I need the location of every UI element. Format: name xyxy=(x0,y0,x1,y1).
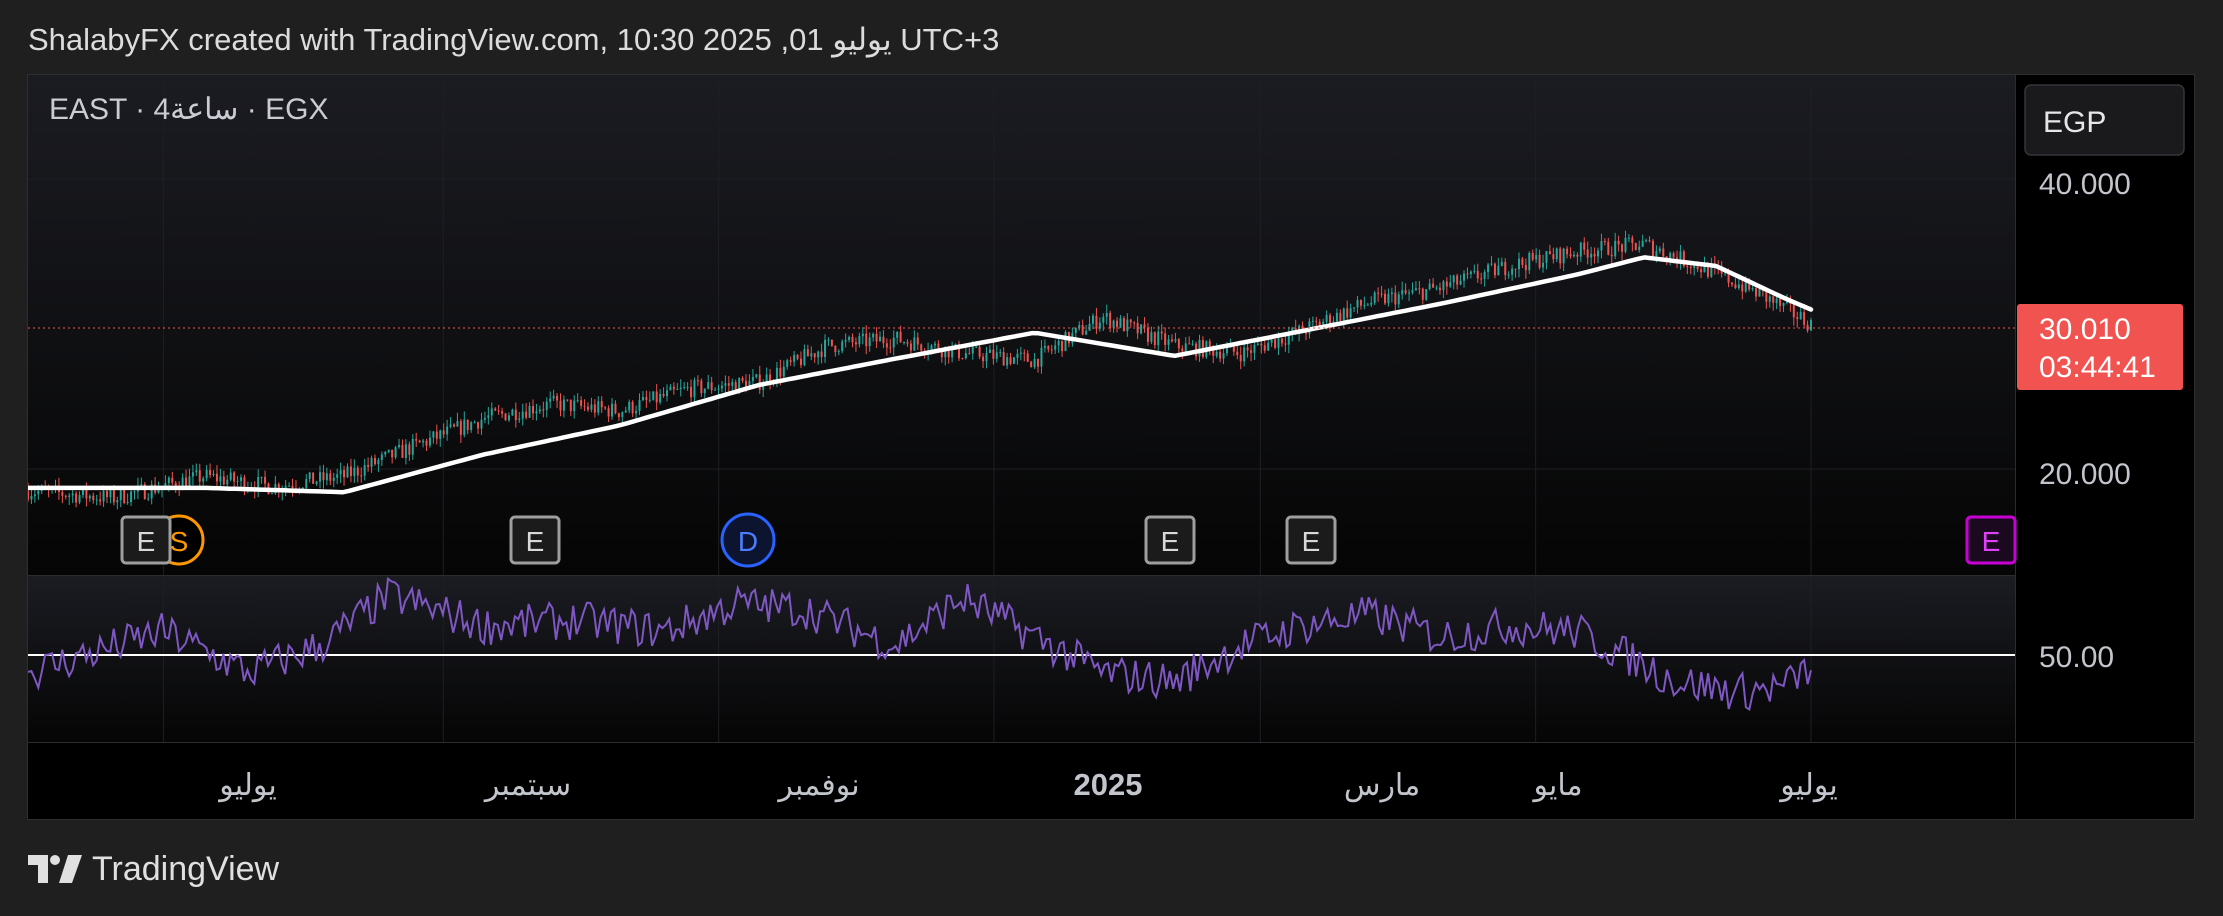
currency-button[interactable]: EGP xyxy=(2024,84,2185,156)
tradingview-logo-text: TradingView xyxy=(92,849,280,888)
candle xyxy=(394,445,397,460)
price-tick-label: 40.000 xyxy=(2039,168,2131,201)
chart-caption: ShalabyFX created with TradingView.com, … xyxy=(28,22,1000,57)
earnings-marker[interactable]: E xyxy=(509,515,561,565)
candle xyxy=(1122,316,1125,332)
time-tick-label: يوليو xyxy=(217,768,277,803)
price-tick-label: 20.000 xyxy=(2039,458,2131,491)
candle xyxy=(1651,238,1654,259)
upcoming-earnings-marker[interactable]: E xyxy=(1965,515,2017,565)
rsi-pane[interactable] xyxy=(28,576,2015,742)
last-price-value: 30.010 xyxy=(2039,313,2131,346)
earnings-marker[interactable]: E xyxy=(120,515,172,565)
rsi-tick-label: 50.00 xyxy=(2039,641,2114,674)
earnings-marker[interactable]: E xyxy=(1285,515,1337,565)
last-price-badge: 30.010 03:44:41 xyxy=(2017,304,2183,390)
candle xyxy=(1682,249,1685,268)
earnings-marker-letter: E xyxy=(137,526,156,557)
candle xyxy=(1140,324,1143,335)
earnings-marker-letter: E xyxy=(1161,526,1180,557)
split-marker-letter: S xyxy=(170,526,189,557)
earnings-marker[interactable]: E xyxy=(1144,515,1196,565)
time-tick-label: سبتمبر xyxy=(483,768,571,803)
chart-frame[interactable]: EAST · 4ساعة · EGX EGP 40.000 20.000 50.… xyxy=(27,74,2195,820)
candle xyxy=(1634,242,1637,251)
earnings-marker-letter: E xyxy=(1302,526,1321,557)
upcoming-earnings-marker-letter: E xyxy=(1982,526,2001,557)
last-price-countdown: 03:44:41 xyxy=(2039,351,2156,384)
candle xyxy=(1030,360,1033,368)
price-pane[interactable] xyxy=(28,75,2015,575)
tradingview-logo-icon xyxy=(28,855,82,883)
symbol-legend[interactable]: EAST · 4ساعة · EGX xyxy=(49,93,328,126)
candle xyxy=(1064,330,1067,352)
earnings-marker-letter: E xyxy=(526,526,545,557)
candle xyxy=(1012,356,1015,365)
candle xyxy=(830,339,833,347)
time-tick-label-year: 2025 xyxy=(1074,767,1143,802)
dividend-marker-letter: D xyxy=(738,526,758,557)
time-tick-label: نوفمبر xyxy=(776,768,859,803)
time-tick-label: يوليو xyxy=(1778,768,1838,803)
candle xyxy=(652,391,655,401)
dividend-marker[interactable]: D xyxy=(720,512,776,568)
tradingview-logo[interactable]: TradingView xyxy=(28,848,279,890)
time-tick-label: مارس xyxy=(1344,768,1420,803)
candle xyxy=(312,472,315,484)
currency-button-label: EGP xyxy=(2043,106,2106,139)
time-tick-label: مايو xyxy=(1531,768,1582,803)
chart-canvas[interactable]: EAST · 4ساعة · EGX EGP 40.000 20.000 50.… xyxy=(28,75,2194,819)
candle xyxy=(1425,288,1428,301)
candle xyxy=(504,412,507,421)
candle xyxy=(143,482,146,500)
